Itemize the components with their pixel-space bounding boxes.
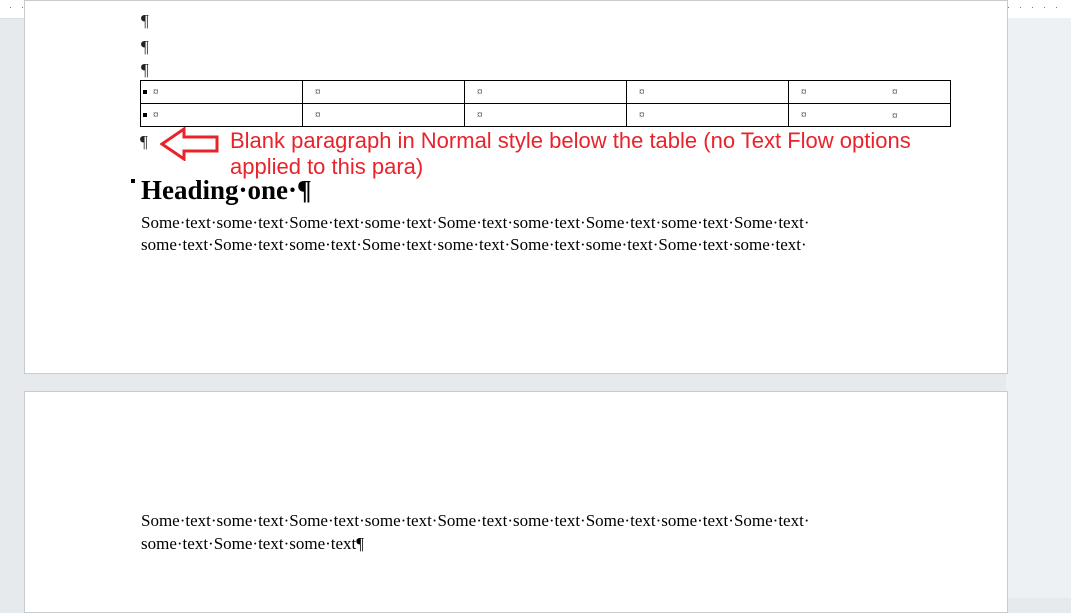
table-cell[interactable]: ¤ bbox=[302, 80, 465, 104]
cell-end-mark: ¤ bbox=[477, 109, 483, 121]
row-selection-mark bbox=[143, 90, 147, 94]
document-table[interactable]: ¤ ¤ ¤ ¤ ¤ ¤ ¤ ¤ ¤ ¤ bbox=[140, 80, 951, 127]
row-end-mark: ¤ bbox=[892, 110, 898, 122]
blank-paragraph-mark[interactable]: ¶ bbox=[140, 132, 148, 152]
body-text-line[interactable]: Some·text·some·text·Some·text·some·text·… bbox=[141, 212, 911, 234]
heading-one[interactable]: Heading·one·¶ bbox=[141, 173, 312, 207]
document-page-2[interactable] bbox=[24, 391, 1008, 613]
annotation-callout: Blank paragraph in Normal style below th… bbox=[230, 128, 1000, 180]
body-text-line[interactable]: some·text·Some·text·some·text¶ bbox=[141, 533, 911, 555]
ruler-dot bbox=[1008, 7, 1009, 8]
annotation-line: Blank paragraph in Normal style below th… bbox=[230, 128, 911, 153]
cell-end-mark: ¤ bbox=[639, 109, 645, 121]
cell-end-mark: ¤ bbox=[153, 86, 159, 98]
table-cell[interactable]: ¤ bbox=[626, 80, 789, 104]
left-arrow-icon bbox=[160, 127, 219, 161]
cell-end-mark: ¤ bbox=[801, 86, 807, 98]
table-cell[interactable]: ¤ bbox=[788, 80, 951, 104]
paragraph-mark: ¶ bbox=[141, 60, 149, 79]
paragraph-mark: ¶ bbox=[141, 37, 149, 56]
table-cell[interactable]: ¤ bbox=[302, 103, 465, 127]
body-text-line[interactable]: some·text·Some·text·some·text·Some·text·… bbox=[141, 234, 911, 256]
ruler-dot bbox=[1020, 7, 1021, 8]
workspace-margin bbox=[1006, 18, 1071, 598]
cell-end-mark: ¤ bbox=[801, 109, 807, 121]
table-cell[interactable]: ¤ bbox=[140, 80, 303, 104]
table-cell[interactable]: ¤ bbox=[140, 103, 303, 127]
table-cell[interactable]: ¤ bbox=[464, 80, 627, 104]
cell-end-mark: ¤ bbox=[477, 86, 483, 98]
row-end-mark: ¤ bbox=[892, 86, 898, 98]
row-selection-mark bbox=[143, 113, 147, 117]
cell-end-mark: ¤ bbox=[315, 86, 321, 98]
body-text-line[interactable]: Some·text·some·text·Some·text·some·text·… bbox=[141, 510, 911, 532]
ruler-dot bbox=[22, 7, 23, 8]
ruler-dot bbox=[10, 7, 11, 8]
table-cell[interactable]: ¤ bbox=[464, 103, 627, 127]
table-cell[interactable]: ¤ bbox=[626, 103, 789, 127]
table-row: ¤ ¤ ¤ ¤ ¤ bbox=[140, 80, 951, 104]
cell-end-mark: ¤ bbox=[315, 109, 321, 121]
paragraph-mark: ¶ bbox=[141, 11, 149, 30]
cell-end-mark: ¤ bbox=[639, 86, 645, 98]
ruler-dot bbox=[1056, 7, 1057, 8]
ruler-dot bbox=[1032, 7, 1033, 8]
table-cell[interactable]: ¤ bbox=[788, 103, 951, 127]
table-row: ¤ ¤ ¤ ¤ ¤ bbox=[140, 103, 951, 127]
annotation-line: applied to this para) bbox=[230, 154, 424, 179]
ruler-dot bbox=[1044, 7, 1045, 8]
cell-end-mark: ¤ bbox=[153, 109, 159, 121]
keep-with-next-mark bbox=[131, 179, 135, 183]
